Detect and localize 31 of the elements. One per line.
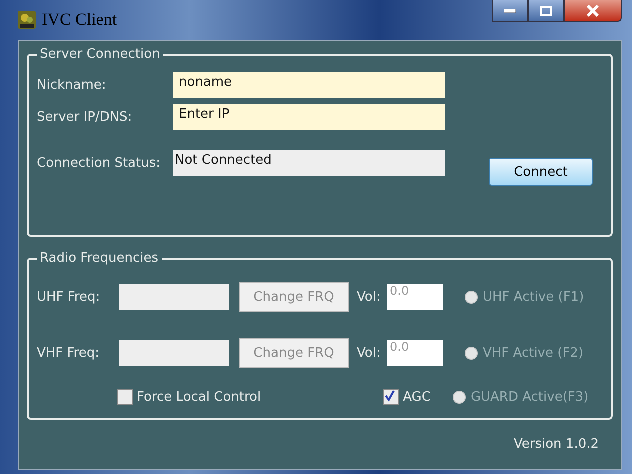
checkmark-icon [384, 390, 396, 402]
volume-field[interactable]: 0.0 [387, 340, 443, 366]
field-label: VHF Freq: [37, 346, 100, 360]
version-label: Version 1.0.2 [514, 437, 599, 452]
close-button[interactable] [564, 0, 622, 22]
field-label: Connection Status: [37, 156, 162, 170]
change-frequency-button[interactable]: Change FRQ [239, 282, 349, 312]
volume-label: Vol: [357, 290, 382, 304]
checkbox[interactable]: Force Local Control [117, 389, 262, 405]
input-field[interactable]: noname [173, 72, 445, 98]
minimize-button[interactable] [492, 0, 528, 22]
volume-label: Vol: [357, 346, 382, 360]
maximize-icon [540, 6, 552, 16]
window-title: IVC Client [42, 10, 118, 30]
volume-field[interactable]: 0.0 [387, 284, 443, 310]
app-icon [18, 11, 36, 29]
maximize-button[interactable] [528, 0, 564, 22]
field-label: Server IP/DNS: [37, 110, 134, 124]
input-field[interactable]: Enter IP [173, 104, 445, 130]
close-icon [586, 4, 600, 16]
group-title: Radio Frequencies [39, 251, 160, 266]
frequency-field[interactable] [119, 340, 229, 366]
connect-button[interactable]: Connect [489, 158, 593, 186]
field-label: UHF Freq: [37, 290, 102, 304]
frequency-field[interactable] [119, 284, 229, 310]
status-field: Not Connected [173, 150, 445, 176]
change-frequency-button[interactable]: Change FRQ [239, 338, 349, 368]
minimize-icon [504, 8, 516, 12]
checkbox[interactable]: AGC [383, 389, 431, 405]
field-label: Nickname: [37, 78, 108, 92]
group-title: Server Connection [39, 47, 162, 62]
